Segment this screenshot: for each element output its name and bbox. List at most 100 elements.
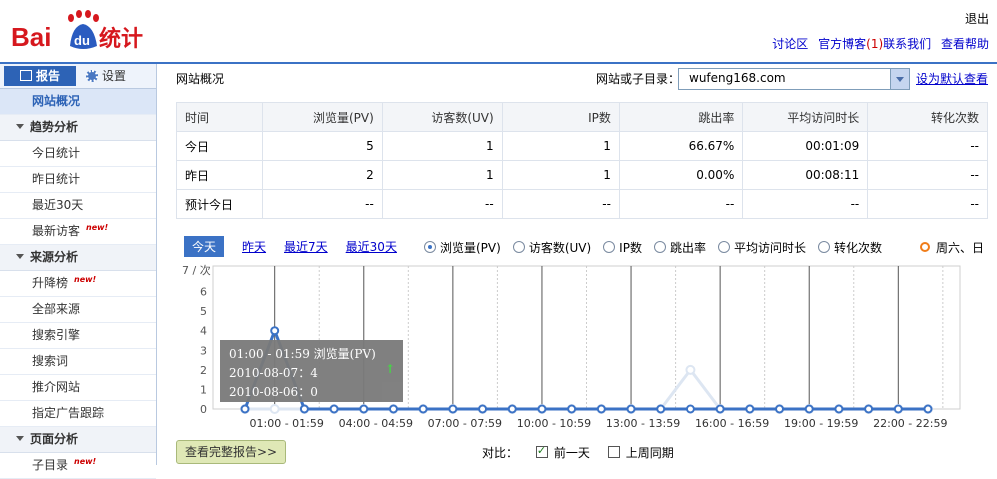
blog-count: (1) xyxy=(866,37,884,51)
table-cell: 2 xyxy=(262,160,383,190)
metric-option[interactable]: 跳出率 xyxy=(653,241,706,255)
radio-icon[interactable] xyxy=(717,241,730,253)
range-tab[interactable]: 最近30天 xyxy=(346,238,397,255)
sidebar-group[interactable]: 来源分析 xyxy=(0,245,156,271)
report-icon xyxy=(19,70,32,81)
x-tick-label: 07:00 - 07:59 xyxy=(428,417,502,430)
sidebar-item[interactable]: 最新访客 new! xyxy=(0,219,156,245)
data-point-prev xyxy=(269,404,280,414)
data-point-prev xyxy=(685,364,696,375)
table-cell: -- xyxy=(618,189,744,219)
arrow-up-icon: ↑ xyxy=(385,362,396,376)
y-tick-label: 4 xyxy=(200,325,207,338)
radio-icon[interactable] xyxy=(603,241,616,253)
data-point-today xyxy=(478,404,488,414)
sidebar-item[interactable]: 昨日统计 xyxy=(0,167,156,193)
top-links: 退出 讨论区 官方博客(1)联系我们 查看帮助 xyxy=(766,10,989,52)
range-tab[interactable]: 昨天 xyxy=(242,238,266,255)
gear-icon xyxy=(86,70,98,82)
sidebar-item[interactable]: 最近30天 xyxy=(0,193,156,219)
tooltip-prev: 2010-08-06：0 xyxy=(229,385,318,399)
prev-day-checkbox[interactable] xyxy=(535,444,548,458)
table-cell: -- xyxy=(867,160,988,190)
radio-icon[interactable] xyxy=(512,241,525,253)
table-cell: -- xyxy=(381,189,503,219)
data-point-today xyxy=(804,404,814,414)
data-point-today xyxy=(418,404,428,414)
sidebar-item[interactable]: 搜索引擎 xyxy=(0,323,156,349)
column-header: 访客数(UV) xyxy=(381,102,503,132)
radio-icon[interactable] xyxy=(817,241,830,253)
tab-settings[interactable]: 设置 xyxy=(86,66,126,86)
data-point-today xyxy=(864,404,874,414)
set-default-link[interactable]: 设为默认查看 xyxy=(916,70,988,87)
weekend-dot-icon xyxy=(920,242,930,252)
sidebar-group[interactable]: 趋势分析 xyxy=(0,115,156,141)
radio-icon[interactable] xyxy=(424,241,436,253)
radio-icon[interactable] xyxy=(653,241,666,253)
metric-option[interactable]: IP数 xyxy=(603,241,642,255)
table-row: 今日 5 1 1 66.67% 00:01:09 -- xyxy=(175,131,988,161)
sidebar-item[interactable]: 子目录 new! xyxy=(0,453,156,479)
page-title: 网站概况 xyxy=(176,72,225,86)
y-tick-label: 1 xyxy=(200,383,207,396)
site-select[interactable]: wufeng168.com xyxy=(678,68,910,90)
tab-report[interactable]: 报告 xyxy=(4,66,76,86)
sidebar-nav: 网站概况 趋势分析 今日统计 昨日统计 最近30天 最新访客 new! 来源分析 升降榜 new!… xyxy=(0,89,156,479)
chevron-down-icon[interactable] xyxy=(890,69,909,89)
x-tick-label: 16:00 - 16:59 xyxy=(695,417,769,430)
sidebar-item[interactable]: 指定广告跟踪 xyxy=(0,401,156,427)
column-header: 平均访问时长 xyxy=(742,102,869,132)
x-tick-label: 19:00 - 19:59 xyxy=(784,417,858,430)
prev-day-label: 前一天 xyxy=(553,446,590,460)
sidebar-item[interactable]: 今日统计 xyxy=(0,141,156,167)
y-tick-label: 5 xyxy=(200,305,207,318)
contact-link[interactable]: 联系我们 xyxy=(883,37,931,51)
y-tick-label: 6 xyxy=(200,286,207,299)
overview-table: 时间 浏览量(PV) 访客数(UV) IP数 跳出率 平均访问时长 转化次数 今日 5 1 1 66… xyxy=(175,102,988,219)
x-tick-label: 04:00 - 04:59 xyxy=(339,417,413,430)
chart-tooltip: 01:00 - 01:59 浏览量(PV) 2010-08-07：4 2010-… xyxy=(220,340,403,402)
weekend-legend: 周六、日 xyxy=(920,239,984,256)
collapse-icon xyxy=(16,254,24,259)
data-point-today xyxy=(626,404,636,414)
compare-label: 对比： xyxy=(482,446,519,460)
sidebar-group[interactable]: 页面分析 xyxy=(0,427,156,453)
collapse-icon xyxy=(16,124,24,129)
help-link[interactable]: 查看帮助 xyxy=(941,37,989,51)
metric-option[interactable]: 访客数(UV) xyxy=(512,241,591,255)
date-range-tabs: 今天 昨天 最近7天 最近30天 xyxy=(184,236,415,257)
data-point-today xyxy=(656,404,666,414)
prev-week-checkbox[interactable] xyxy=(607,446,620,458)
metric-option[interactable]: 平均访问时长 xyxy=(717,241,806,255)
sidebar-item[interactable]: 网站概况 xyxy=(0,89,156,115)
range-tab[interactable]: 最近7天 xyxy=(284,238,328,255)
data-point-today xyxy=(359,404,369,414)
data-point-today xyxy=(923,404,933,414)
data-point-today xyxy=(507,404,517,414)
table-cell: 00:01:09 xyxy=(742,131,869,161)
table-cell: 1 xyxy=(501,160,620,190)
table-cell: 1 xyxy=(381,131,503,161)
sidebar-item[interactable]: 推介网站 xyxy=(0,375,156,401)
column-header: 时间 xyxy=(175,102,264,132)
forum-link[interactable]: 讨论区 xyxy=(772,37,808,51)
range-tab[interactable]: 今天 xyxy=(184,236,225,257)
sidebar-item[interactable]: 搜索词 xyxy=(0,349,156,375)
baidu-tongji-logo[interactable]: du Bai 统计 xyxy=(10,8,150,56)
table-cell: 66.67% xyxy=(618,131,744,161)
logout-link[interactable]: 退出 xyxy=(965,12,989,26)
sidebar-item[interactable]: 全部来源 xyxy=(0,297,156,323)
table-cell: 1 xyxy=(501,131,620,161)
blog-link[interactable]: 官方博客(1) xyxy=(818,37,883,51)
data-point-today xyxy=(596,404,606,414)
tooltip-title: 01:00 - 01:59 浏览量(PV) xyxy=(229,347,376,361)
table-row: 昨日 2 1 1 0.00% 00:08:11 -- xyxy=(175,160,988,190)
metric-option[interactable]: 浏览量(PV) xyxy=(424,241,501,255)
metric-option[interactable]: 转化次数 xyxy=(817,241,882,255)
full-report-button[interactable]: 查看完整报告>> xyxy=(176,440,287,464)
table-cell: -- xyxy=(501,189,620,219)
y-tick-label: 3 xyxy=(200,344,207,357)
sidebar-item[interactable]: 升降榜 new! xyxy=(0,271,156,297)
logo-bai: Bai xyxy=(11,22,51,52)
